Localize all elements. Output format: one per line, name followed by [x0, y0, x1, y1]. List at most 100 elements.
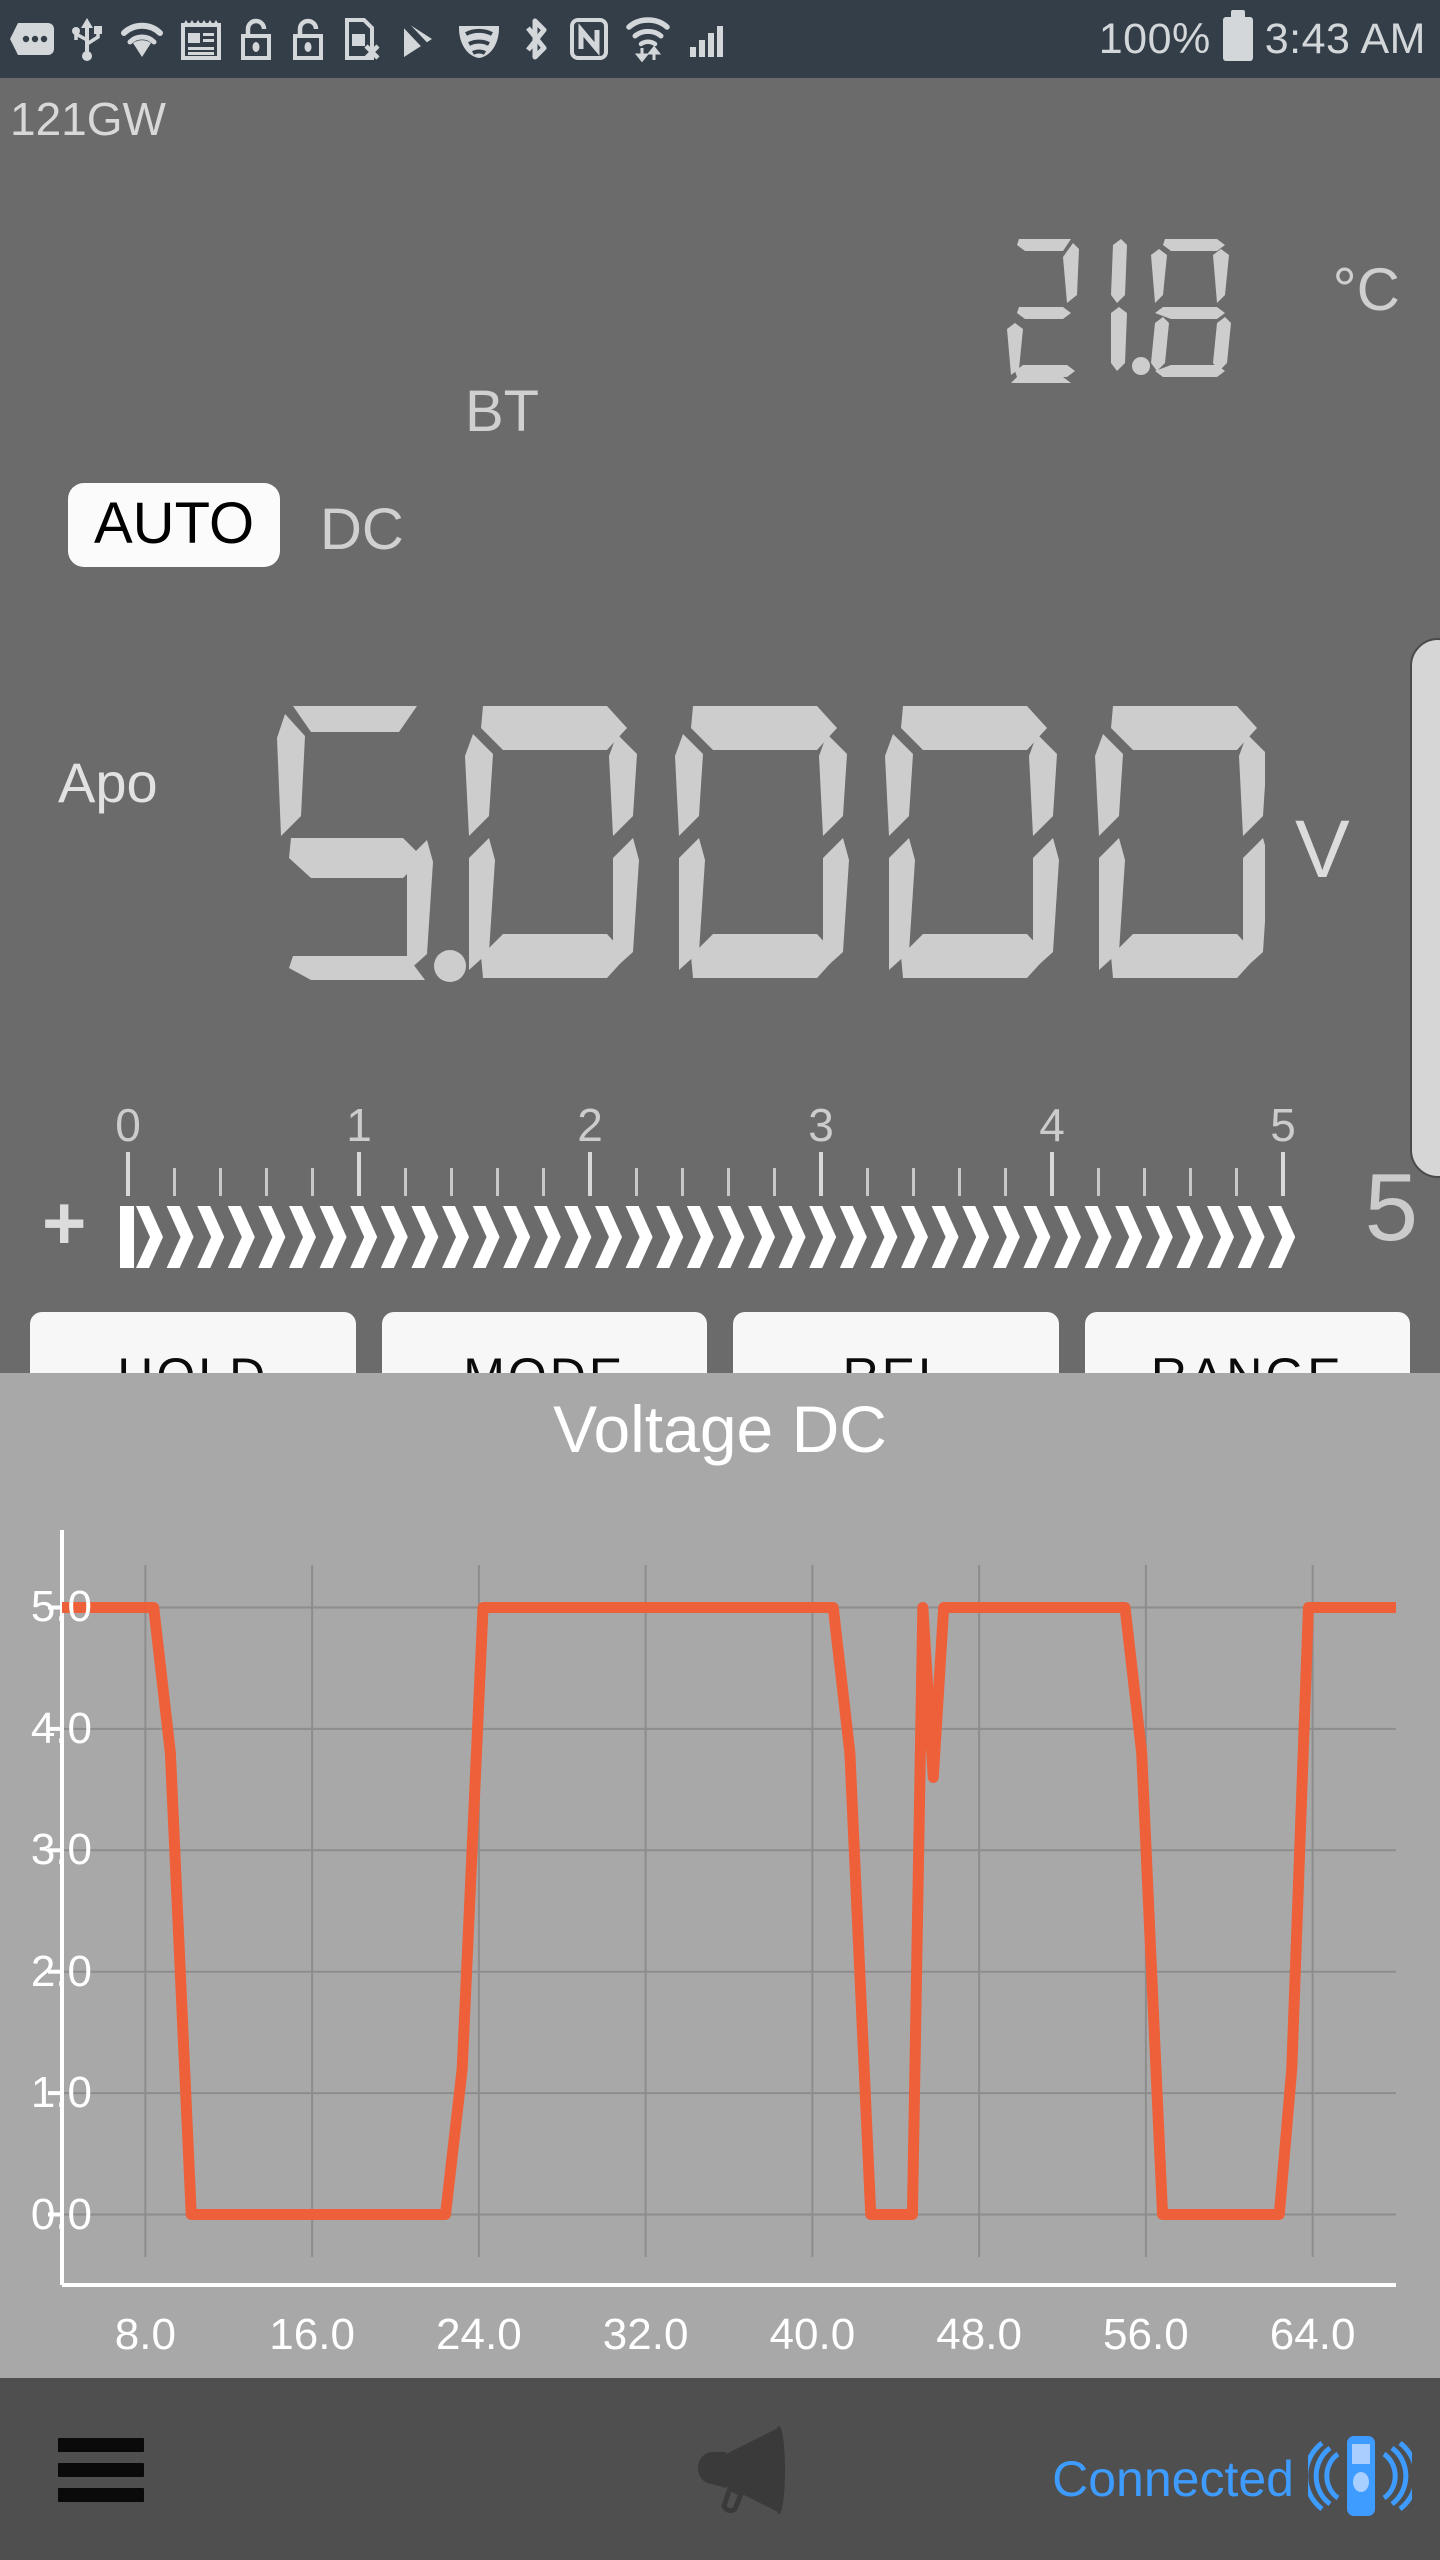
hamburger-line — [58, 2463, 144, 2477]
nfc-icon — [568, 16, 610, 62]
play-store-icon — [397, 16, 440, 61]
megaphone-icon[interactable] — [682, 2424, 806, 2521]
battery-percent-label: 100% — [1098, 14, 1211, 63]
voltage-chart-panel[interactable]: Voltage DC 0.0 1.0 2.0 3.0 4.0 5.0 — [0, 1373, 1440, 2378]
bargraph-segment — [748, 1206, 775, 1268]
bargraph-tick-label: 1 — [346, 1099, 372, 1151]
wifi-icon — [120, 17, 164, 61]
bargraph-minor-tick — [218, 1168, 222, 1196]
bargraph-segment — [870, 1206, 898, 1268]
bargraph-minor-tick — [449, 1168, 453, 1196]
hamburger-line — [58, 2438, 144, 2452]
chart-y-tick-label: 2.0 — [30, 1946, 92, 1996]
bargraph-segment — [1207, 1206, 1234, 1268]
status-bar-icon-group — [10, 16, 1099, 63]
bargraph-segment — [1268, 1206, 1295, 1268]
connection-status[interactable]: Connected — [1052, 2430, 1419, 2527]
battery-full-icon — [1222, 10, 1253, 61]
bargraph-minor-tick — [1189, 1168, 1193, 1196]
cellular-signal-icon — [686, 17, 732, 61]
bargraph-minor-tick — [542, 1168, 546, 1196]
main-unit-label: V — [1295, 804, 1350, 895]
bargraph-minor-tick — [172, 1168, 176, 1196]
bargraph-tick-label: 5 — [1270, 1099, 1296, 1151]
bargraph-segment — [1145, 1206, 1173, 1268]
chart-y-tick-label: 3.0 — [30, 1825, 92, 1875]
bargraph-segment — [1115, 1206, 1143, 1268]
bargraph-segment — [533, 1206, 561, 1268]
meter-display-panel: 121GW °C BT AUTO DC Apo V + 5 0 1 2 3 4 … — [0, 78, 1440, 1373]
connection-status-label: Connected — [1052, 2450, 1294, 2507]
bargraph-segment — [258, 1206, 286, 1268]
bargraph-minor-tick — [1096, 1168, 1100, 1196]
bargraph-segment — [1176, 1206, 1204, 1268]
clock-label: 3:43 AM — [1264, 14, 1426, 63]
sim-card-removed-icon — [342, 16, 382, 62]
bargraph-segment — [411, 1206, 439, 1268]
bargraph-segment — [380, 1206, 408, 1268]
unlock-alt-icon — [290, 16, 326, 62]
bargraph-major-tick — [357, 1152, 361, 1196]
bargraph-minor-tick — [1142, 1168, 1146, 1196]
bargraph-segment — [564, 1206, 592, 1268]
bargraph-minor-tick — [680, 1168, 684, 1196]
bargraph-segment — [227, 1206, 255, 1268]
bargraph-minor-tick — [265, 1168, 269, 1196]
wifi-transfer-icon — [626, 16, 670, 63]
bargraph-segment — [472, 1206, 500, 1268]
bargraph-segment — [1054, 1206, 1081, 1268]
bargraph-segment — [1084, 1206, 1112, 1268]
range-button[interactable]: RANGE — [1084, 1312, 1410, 1373]
hamburger-line — [58, 2488, 144, 2502]
bargraph-minor-tick — [634, 1168, 638, 1196]
bargraph-segment — [197, 1206, 225, 1268]
temperature-unit-label: °C — [1332, 256, 1400, 323]
status-bar-right-group: 100% 3:43 AM — [1098, 10, 1426, 64]
chart-y-tick-label: 4.0 — [30, 1703, 92, 1753]
bargraph-segment — [166, 1206, 194, 1268]
temperature-digits — [1006, 239, 1231, 383]
chart-x-tick-label: 40.0 — [769, 2310, 856, 2359]
auto-range-badge[interactable]: AUTO — [68, 483, 281, 567]
hold-button[interactable]: HOLD — [30, 1312, 356, 1373]
bluetooth-icon — [518, 16, 552, 62]
status-bar[interactable]: 100% 3:43 AM — [0, 0, 1440, 78]
chart-y-tick-label: 5.0 — [30, 1582, 92, 1632]
bargraph-major-tick — [1281, 1152, 1285, 1196]
hamburger-menu-icon[interactable] — [58, 2438, 144, 2502]
mode-button[interactable]: MODE — [381, 1312, 707, 1373]
side-panel-handle[interactable] — [1410, 638, 1440, 1178]
chart-x-tick-label: 24.0 — [436, 2310, 522, 2359]
rel-button[interactable]: REL — [733, 1312, 1059, 1373]
bargraph-segment — [717, 1206, 745, 1268]
bargraph-tick-label: 4 — [1039, 1099, 1065, 1151]
bottom-nav-bar[interactable]: Connected — [0, 2378, 1440, 2560]
usb-icon — [70, 16, 104, 62]
meter-connected-icon — [1303, 2430, 1419, 2527]
bargraph-major-tick — [588, 1152, 592, 1196]
bargraph-segment — [289, 1206, 316, 1268]
bargraph-minor-tick — [727, 1168, 731, 1196]
bargraph-segment — [901, 1206, 928, 1268]
temperature-readout: °C — [1005, 233, 1400, 383]
bargraph-segment — [319, 1206, 347, 1268]
unlock-icon — [238, 16, 274, 62]
bargraph-minor-tick — [1235, 1168, 1239, 1196]
meter-button-row[interactable]: HOLD MODE REL RANGE — [0, 1312, 1440, 1373]
bargraph-segment — [992, 1206, 1020, 1268]
bargraph-segment — [1023, 1206, 1051, 1268]
bargraph-segment — [595, 1206, 622, 1268]
bargraph-segment — [350, 1206, 378, 1268]
chart-axes — [48, 1530, 1396, 2287]
bargraph-segment — [778, 1206, 806, 1268]
bargraph-segment — [809, 1206, 837, 1268]
chart-gridlines — [62, 1565, 1396, 2257]
bargraph-segment — [839, 1206, 867, 1268]
bargraph-tick-label: 2 — [577, 1099, 603, 1151]
main-value-digits — [277, 706, 1269, 982]
chart-x-tick-label: 48.0 — [936, 2310, 1022, 2359]
vpn-shield-icon — [456, 16, 502, 62]
bargraph-tick-label: 0 — [115, 1099, 141, 1151]
bargraph-minor-tick — [958, 1168, 962, 1196]
bargraph-minor-tick — [865, 1168, 869, 1196]
